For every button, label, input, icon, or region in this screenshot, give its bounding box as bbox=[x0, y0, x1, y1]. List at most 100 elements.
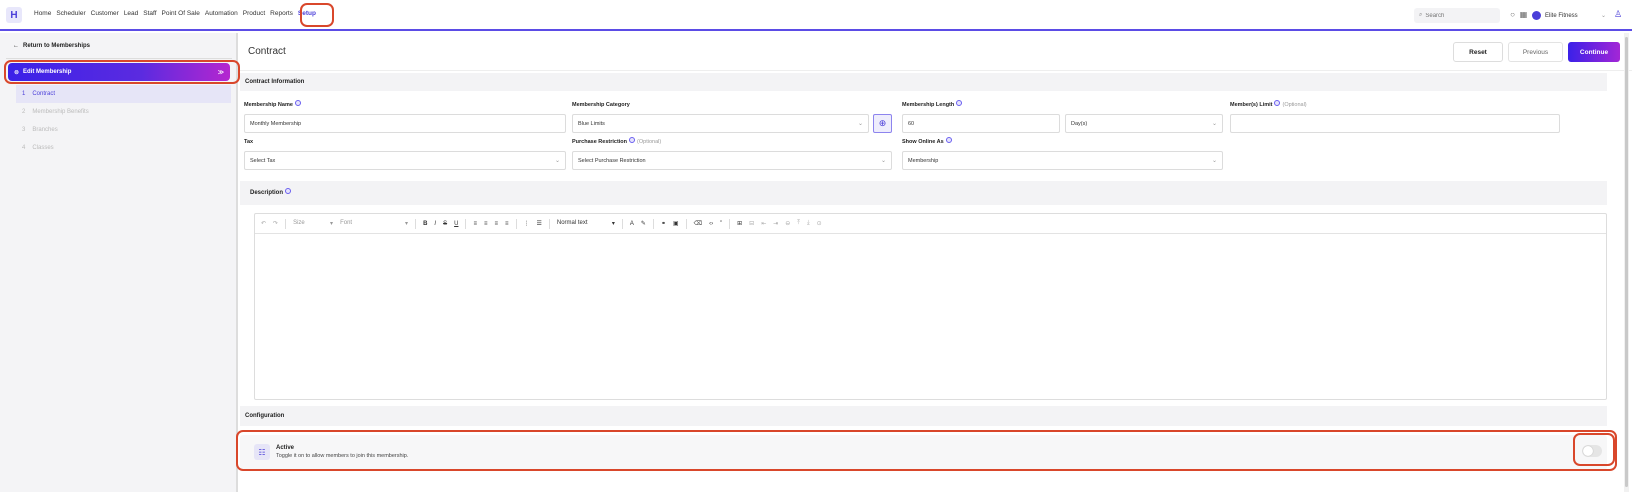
insert-row-below-icon[interactable]: ⤓ bbox=[807, 220, 810, 227]
reset-button[interactable]: Reset bbox=[1453, 42, 1503, 62]
link-icon[interactable]: ⚭ bbox=[661, 220, 666, 227]
text-color-icon[interactable]: A bbox=[630, 221, 634, 227]
scrollbar-thumb[interactable] bbox=[1625, 37, 1628, 487]
member-limit-input[interactable] bbox=[1230, 114, 1560, 133]
info-icon[interactable] bbox=[945, 136, 952, 143]
step-branches[interactable]: 3 Branches bbox=[16, 121, 231, 139]
toolbar-divider bbox=[729, 218, 731, 229]
app-logo[interactable]: H bbox=[6, 7, 22, 23]
user-profile-icon[interactable]: ♙ bbox=[1614, 9, 1626, 21]
nav-staff[interactable]: Staff bbox=[143, 10, 156, 17]
table-delete-icon[interactable]: ⊟ bbox=[749, 220, 754, 227]
step-membership-benefits[interactable]: 2 Membership Benefits bbox=[16, 103, 231, 121]
insert-column-right-icon[interactable]: ⇥ bbox=[773, 220, 778, 227]
align-right-icon[interactable]: ≡ bbox=[494, 221, 498, 227]
toolbar-divider bbox=[685, 218, 687, 229]
show-online-select[interactable]: Membership ⌄ bbox=[902, 151, 1223, 170]
step-label: Classes bbox=[32, 145, 54, 151]
active-setting-row: ☷ Active Toggle it on to allow members t… bbox=[240, 435, 1607, 470]
header-divider bbox=[238, 70, 1632, 71]
field-value: Monthly Membership bbox=[250, 120, 302, 127]
apps-grid-icon[interactable]: ▦ bbox=[1519, 10, 1528, 19]
nav-lead[interactable]: Lead bbox=[124, 10, 138, 17]
label-text: Purchase Restriction bbox=[572, 139, 628, 145]
image-icon[interactable]: ▣ bbox=[673, 220, 679, 227]
nav-product[interactable]: Product bbox=[243, 10, 265, 17]
active-toggle[interactable] bbox=[1582, 445, 1602, 457]
active-description: Toggle it on to allow members to join th… bbox=[276, 453, 409, 459]
nav-customer[interactable]: Customer bbox=[91, 10, 119, 17]
nav-home[interactable]: Home bbox=[34, 10, 51, 17]
merge-cells-icon[interactable]: ⊖ bbox=[785, 220, 790, 227]
step-list: 1 Contract 2 Membership Benefits 3 Branc… bbox=[16, 85, 231, 157]
info-icon[interactable] bbox=[294, 99, 301, 106]
membership-icon: ⊜ bbox=[14, 69, 20, 76]
underline-icon[interactable]: U bbox=[454, 221, 458, 227]
field-value: 60 bbox=[908, 120, 915, 127]
info-icon[interactable] bbox=[629, 136, 636, 143]
editor-content-area[interactable] bbox=[255, 234, 1606, 400]
insert-row-above-icon[interactable]: ⤒ bbox=[797, 220, 800, 227]
nav-setup[interactable]: Setup bbox=[298, 10, 316, 17]
strikethrough-icon[interactable]: S bbox=[443, 221, 447, 227]
insert-column-left-icon[interactable]: ⇤ bbox=[761, 220, 766, 227]
paragraph-style-select[interactable]: Normal text ▾ bbox=[557, 220, 615, 227]
info-icon[interactable] bbox=[1274, 99, 1281, 106]
field-value: Select Purchase Restriction bbox=[578, 157, 646, 164]
bold-icon[interactable]: B bbox=[423, 221, 427, 227]
label-text: Membership Name bbox=[244, 102, 293, 108]
sidebar-item-edit-membership[interactable]: ⊜ Edit Membership ≫ bbox=[8, 63, 230, 81]
caret-down-icon: ▾ bbox=[330, 221, 334, 227]
nav-reports[interactable]: Reports bbox=[270, 10, 293, 17]
scrollbar[interactable] bbox=[1624, 33, 1629, 492]
search-input[interactable] bbox=[1425, 12, 1486, 19]
search-icon: ⌕ bbox=[1419, 12, 1423, 18]
ordered-list-icon[interactable]: ⋮ bbox=[524, 220, 530, 227]
chevron-down-icon: ⌄ bbox=[857, 121, 863, 127]
clear-format-icon[interactable]: ⌫ bbox=[694, 220, 702, 227]
info-icon[interactable] bbox=[956, 99, 963, 106]
bullet-list-icon[interactable]: ☰ bbox=[537, 220, 542, 227]
toolbar-divider bbox=[415, 218, 417, 229]
search-box[interactable]: ⌕ bbox=[1414, 8, 1500, 23]
active-title: Active bbox=[276, 445, 295, 451]
bell-icon[interactable]: ○ bbox=[1508, 10, 1517, 19]
italic-icon[interactable]: I bbox=[434, 221, 436, 227]
caret-down-icon: ▾ bbox=[611, 221, 615, 227]
table-icon[interactable]: ⊞ bbox=[737, 220, 742, 227]
label-text: Membership Length bbox=[902, 102, 955, 108]
membership-length-label: Membership Length bbox=[902, 99, 963, 108]
branch-selector[interactable]: Elite Fitness ⌄ bbox=[1532, 8, 1606, 23]
membership-length-input[interactable]: 60 bbox=[902, 114, 1060, 133]
purchase-restriction-select[interactable]: Select Purchase Restriction ⌄ bbox=[572, 151, 892, 170]
step-classes[interactable]: 4 Classes bbox=[16, 139, 231, 157]
info-icon[interactable] bbox=[285, 187, 292, 194]
table-settings-icon[interactable]: ⊙ bbox=[817, 220, 822, 227]
membership-name-field[interactable]: Monthly Membership bbox=[244, 114, 566, 133]
font-size-select[interactable]: Size ▾ bbox=[293, 220, 333, 227]
align-justify-icon[interactable]: ≡ bbox=[505, 221, 509, 227]
show-online-label: Show Online As bbox=[902, 136, 952, 145]
add-category-button[interactable]: ⊕ bbox=[873, 114, 892, 133]
align-center-icon[interactable]: ≡ bbox=[484, 221, 488, 227]
redo-icon[interactable]: ↷ bbox=[273, 220, 278, 227]
nav-scheduler[interactable]: Scheduler bbox=[56, 10, 85, 17]
field-value: Select Tax bbox=[250, 157, 276, 164]
nav-point-of-sale[interactable]: Point Of Sale bbox=[162, 10, 200, 17]
align-left-icon[interactable]: ≡ bbox=[473, 221, 477, 227]
font-family-select[interactable]: Font ▾ bbox=[340, 220, 408, 227]
tax-select[interactable]: Select Tax ⌄ bbox=[244, 151, 566, 170]
return-to-memberships-link[interactable]: ← Return to Memberships bbox=[9, 43, 90, 49]
undo-icon[interactable]: ↶ bbox=[261, 220, 266, 227]
highlight-icon[interactable]: ✎ bbox=[641, 220, 646, 227]
quote-icon[interactable]: ” bbox=[720, 221, 722, 227]
code-icon[interactable]: ‹› bbox=[709, 221, 713, 227]
nav-automation[interactable]: Automation bbox=[205, 10, 238, 17]
membership-category-select[interactable]: Blue Limits ⌄ bbox=[572, 114, 869, 133]
toggle-knob bbox=[1583, 446, 1593, 456]
previous-button[interactable]: Previous bbox=[1508, 42, 1563, 62]
label-text: Member(s) Limit bbox=[1230, 102, 1273, 108]
step-contract[interactable]: 1 Contract bbox=[16, 85, 231, 103]
length-unit-select[interactable]: Day(s) ⌄ bbox=[1065, 114, 1223, 133]
continue-button[interactable]: Continue bbox=[1568, 42, 1620, 62]
